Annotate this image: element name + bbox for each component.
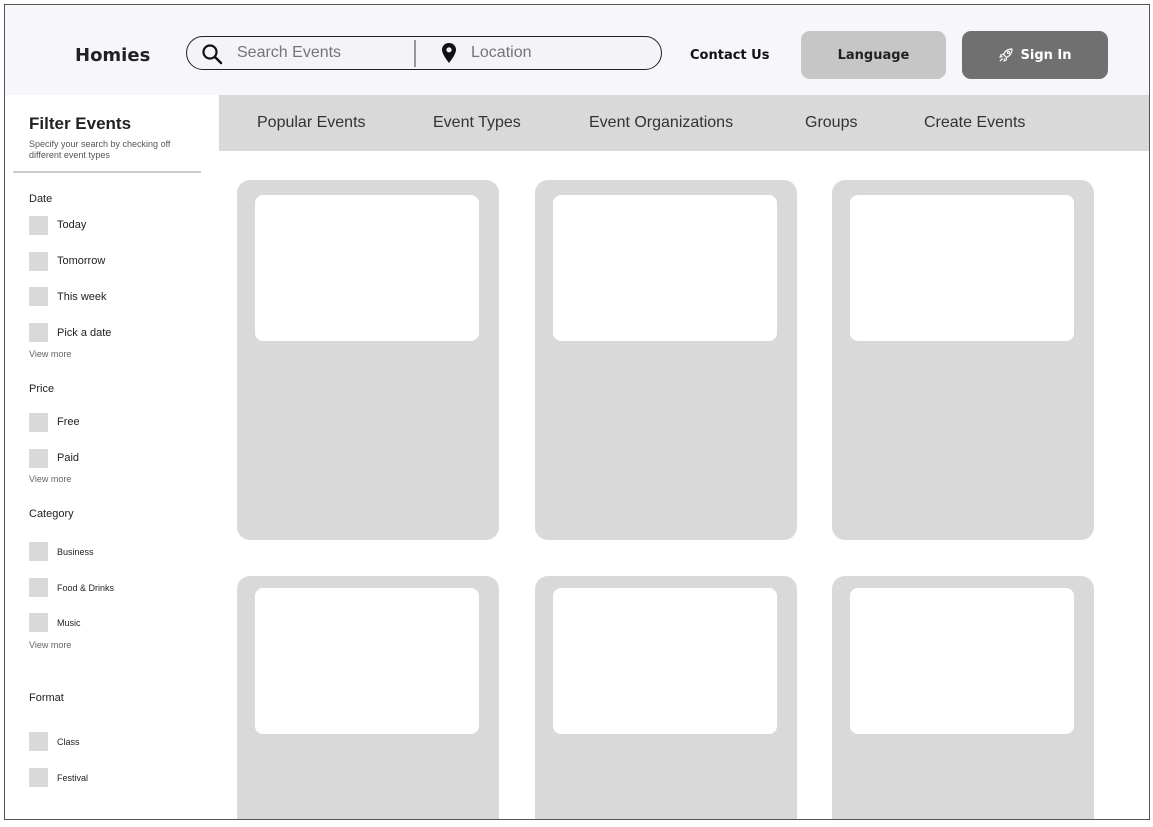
checkbox-today[interactable] [29,216,48,235]
event-card-image [255,195,479,341]
filter-category-heading: Category [29,508,74,520]
event-card-image [553,588,777,734]
checkbox-this-week[interactable] [29,287,48,306]
nav-bar: Popular Events Event Types Event Organiz… [219,95,1149,151]
event-card[interactable] [832,180,1094,540]
search-input[interactable] [237,44,407,62]
language-button[interactable]: Language [801,31,946,79]
checkbox-music[interactable] [29,613,48,632]
tab-groups[interactable]: Groups [805,114,857,132]
search-bar [186,36,662,70]
event-card-image [255,588,479,734]
app-frame: Homies Contact Us Language [4,4,1150,820]
filter-title: Filter Events [29,114,132,133]
sign-in-button-label: Sign In [1020,47,1072,63]
filter-divider [13,171,201,173]
checkbox-business[interactable] [29,542,48,561]
tab-event-types[interactable]: Event Types [433,114,521,132]
brand-logo[interactable]: Homies [75,45,150,66]
event-card-image [850,588,1074,734]
sign-in-button[interactable]: Sign In [962,31,1108,79]
event-card[interactable] [237,180,499,540]
event-card-image [553,195,777,341]
language-button-label: Language [837,47,910,63]
location-input[interactable] [471,44,641,62]
event-card-image [850,195,1074,341]
event-card[interactable] [237,576,499,819]
tab-create-events[interactable]: Create Events [924,114,1025,132]
checkbox-label-festival: Festival [57,773,89,783]
filter-subtitle: Specify your search by checking off diff… [29,139,171,160]
date-view-more-link[interactable]: View more [29,349,71,359]
checkbox-label-food-drinks: Food & Drinks [57,583,115,593]
checkbox-festival[interactable] [29,768,48,787]
checkbox-label-business: Business [57,547,94,557]
header: Homies Contact Us Language [5,5,1149,95]
location-pin-icon [442,43,456,63]
search-divider [414,40,416,67]
checkbox-class[interactable] [29,732,48,751]
filter-price-heading: Price [29,383,55,395]
filter-sidebar: Filter Events Specify your search by che… [5,95,219,819]
filter-date-heading: Date [29,193,53,205]
event-card[interactable] [535,576,797,819]
checkbox-label-class: Class [57,737,80,747]
tab-event-organizations[interactable]: Event Organizations [589,114,733,132]
checkbox-label-free: Free [57,416,80,428]
rocket-icon [998,48,1013,62]
checkbox-label-tomorrow: Tomorrow [57,255,106,267]
checkbox-label-today: Today [57,219,87,231]
category-view-more-link[interactable]: View more [29,640,71,650]
contact-us-link[interactable]: Contact Us [690,48,769,63]
checkbox-label-pick-a-date: Pick a date [57,327,112,339]
checkbox-label-music: Music [57,618,81,628]
checkbox-pick-a-date[interactable] [29,323,48,342]
checkbox-label-this-week: This week [57,291,107,303]
filter-format-heading: Format [29,692,64,704]
checkbox-free[interactable] [29,413,48,432]
event-card[interactable] [832,576,1094,819]
tab-popular-events[interactable]: Popular Events [257,114,366,132]
checkbox-food-drinks[interactable] [29,578,48,597]
checkbox-paid[interactable] [29,449,48,468]
checkbox-tomorrow[interactable] [29,252,48,271]
search-icon[interactable] [201,43,223,65]
price-view-more-link[interactable]: View more [29,474,71,484]
event-card[interactable] [535,180,797,540]
checkbox-label-paid: Paid [57,452,80,464]
